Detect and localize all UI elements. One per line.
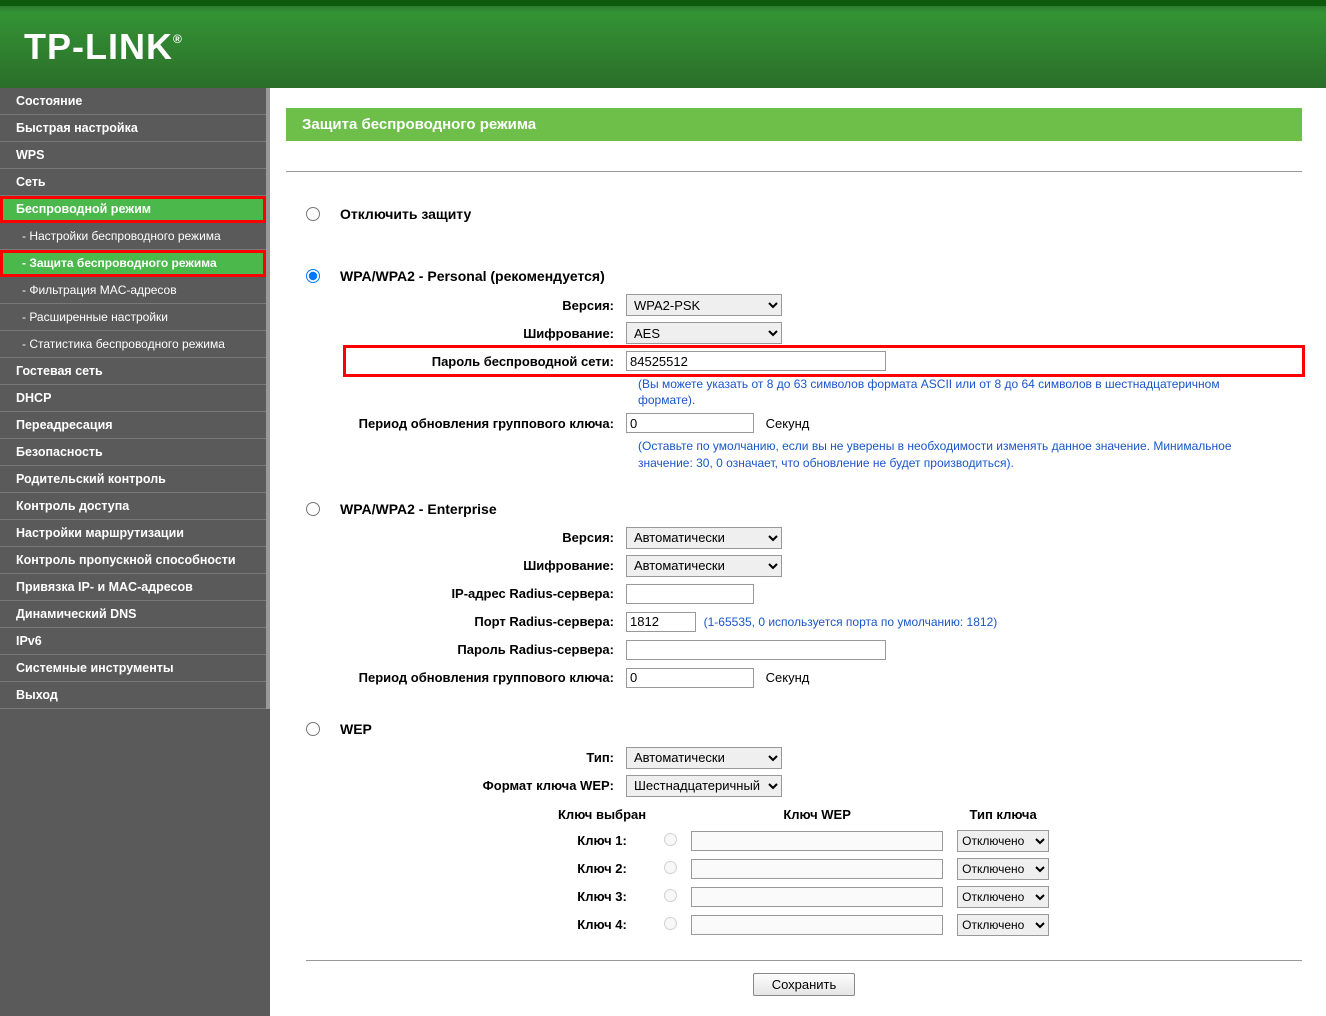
sidebar-item-13[interactable]: Безопасность (0, 439, 266, 466)
sidebar-item-10[interactable]: Гостевая сеть (0, 358, 266, 385)
sidebar-item-4[interactable]: Беспроводной режим (0, 196, 266, 223)
wep-key-row: Ключ 2: Отключено (548, 856, 1055, 882)
ent-version-label: Версия: (346, 530, 626, 545)
sidebar-item-3[interactable]: Сеть (0, 169, 266, 196)
ent-gku-label: Период обновления группового ключа: (346, 670, 626, 685)
ent-gku-input[interactable] (626, 668, 754, 688)
wep-type-label: Тип: (346, 750, 626, 765)
sidebar-item-15[interactable]: Контроль доступа (0, 493, 266, 520)
sidebar-item-20[interactable]: IPv6 (0, 628, 266, 655)
ent-version-select[interactable]: Автоматически (626, 527, 782, 549)
wep-key-radio-3[interactable] (664, 889, 677, 902)
wep-key-input-2[interactable] (691, 859, 943, 879)
wep-key-input-1[interactable] (691, 831, 943, 851)
wep-key-label: Ключ 2: (548, 856, 656, 882)
radius-ip-label: IP-адрес Radius-сервера: (346, 586, 626, 601)
wpa-personal-label: WPA/WPA2 - Personal (рекомендуется) (340, 268, 605, 284)
wep-key-input-4[interactable] (691, 915, 943, 935)
wep-col-selected: Ключ выбран (548, 803, 656, 826)
radio-wep[interactable] (306, 722, 320, 736)
wpa-password-note: (Вы можете указать от 8 до 63 символов ф… (638, 376, 1258, 408)
wpa-version-label: Версия: (346, 298, 626, 313)
wep-key-type-select-2[interactable]: Отключено (957, 858, 1049, 880)
wep-key-label: Ключ 1: (548, 828, 656, 854)
wpa-password-input[interactable] (626, 351, 886, 371)
sidebar-item-17[interactable]: Контроль пропускной способности (0, 547, 266, 574)
radio-wpa-personal[interactable] (306, 269, 320, 283)
wireless-password-row: Пароль беспроводной сети: (346, 348, 1302, 374)
wpa-encryption-select[interactable]: AES (626, 322, 782, 344)
radius-port-label: Порт Radius-сервера: (346, 614, 626, 629)
sidebar-item-8[interactable]: - Расширенные настройки (0, 304, 266, 331)
sidebar-item-12[interactable]: Переадресация (0, 412, 266, 439)
wpa-gku-input[interactable] (626, 413, 754, 433)
sidebar-item-21[interactable]: Системные инструменты (0, 655, 266, 682)
wep-key-radio-2[interactable] (664, 861, 677, 874)
sidebar: СостояниеБыстрая настройкаWPSСетьБеспров… (0, 88, 270, 1016)
sidebar-item-9[interactable]: - Статистика беспроводного режима (0, 331, 266, 358)
sidebar-item-2[interactable]: WPS (0, 142, 266, 169)
ent-encryption-select[interactable]: Автоматически (626, 555, 782, 577)
wep-key-type-select-4[interactable]: Отключено (957, 914, 1049, 936)
wep-key-label: Ключ 4: (548, 912, 656, 938)
wep-key-row: Ключ 3: Отключено (548, 884, 1055, 910)
wpa-enterprise-label: WPA/WPA2 - Enterprise (340, 501, 497, 517)
wep-key-input-3[interactable] (691, 887, 943, 907)
wep-col-type: Тип ключа (951, 803, 1055, 826)
sidebar-item-18[interactable]: Привязка IP- и MAC-адресов (0, 574, 266, 601)
radius-pw-input[interactable] (626, 640, 886, 660)
ent-gku-unit: Секунд (766, 670, 810, 685)
wep-format-label: Формат ключа WEP: (346, 778, 626, 793)
wep-key-label: Ключ 3: (548, 884, 656, 910)
sidebar-item-11[interactable]: DHCP (0, 385, 266, 412)
main-content: Защита беспроводного режима Отключить за… (270, 88, 1326, 1016)
wpa-password-label: Пароль беспроводной сети: (346, 354, 626, 369)
sidebar-item-5[interactable]: - Настройки беспроводного режима (0, 223, 266, 250)
header: TP-LINK® (0, 0, 1326, 88)
sidebar-item-22[interactable]: Выход (0, 682, 266, 709)
wep-key-type-select-3[interactable]: Отключено (957, 886, 1049, 908)
radio-wpa-enterprise[interactable] (306, 502, 320, 516)
wep-key-radio-4[interactable] (664, 917, 677, 930)
wpa-gku-note: (Оставьте по умолчанию, если вы не увере… (638, 438, 1258, 470)
wpa-gku-unit: Секунд (766, 416, 810, 431)
wpa-gku-label: Период обновления группового ключа: (346, 416, 626, 431)
wpa-version-select[interactable]: WPA2-PSK (626, 294, 782, 316)
wep-key-row: Ключ 4: Отключено (548, 912, 1055, 938)
radius-ip-input[interactable] (626, 584, 754, 604)
radius-port-note: (1-65535, 0 используется порта по умолча… (700, 615, 998, 629)
ent-encryption-label: Шифрование: (346, 558, 626, 573)
wep-key-radio-1[interactable] (664, 833, 677, 846)
sidebar-item-19[interactable]: Динамический DNS (0, 601, 266, 628)
radius-pw-label: Пароль Radius-сервера: (346, 642, 626, 657)
disable-security-label: Отключить защиту (340, 206, 471, 222)
sidebar-item-16[interactable]: Настройки маршрутизации (0, 520, 266, 547)
sidebar-item-7[interactable]: - Фильтрация MAC-адресов (0, 277, 266, 304)
radius-port-input[interactable] (626, 612, 696, 632)
wep-key-type-select-1[interactable]: Отключено (957, 830, 1049, 852)
wep-key-row: Ключ 1: Отключено (548, 828, 1055, 854)
sidebar-item-14[interactable]: Родительский контроль (0, 466, 266, 493)
radio-disable-security[interactable] (306, 207, 320, 221)
wep-type-select[interactable]: Автоматически (626, 747, 782, 769)
sidebar-item-1[interactable]: Быстрая настройка (0, 115, 266, 142)
logo: TP-LINK® (24, 26, 183, 68)
page-title: Защита беспроводного режима (286, 108, 1302, 141)
wep-format-select[interactable]: Шестнадцатеричный (626, 775, 782, 797)
save-button[interactable]: Сохранить (753, 973, 856, 996)
wep-keys-table: Ключ выбран Ключ WEP Тип ключа Ключ 1: От… (546, 801, 1057, 940)
sidebar-item-0[interactable]: Состояние (0, 88, 266, 115)
wep-col-wep: Ключ WEP (685, 803, 949, 826)
sidebar-item-6[interactable]: - Защита беспроводного режима (0, 250, 266, 277)
wep-label: WEP (340, 721, 372, 737)
wpa-encryption-label: Шифрование: (346, 326, 626, 341)
